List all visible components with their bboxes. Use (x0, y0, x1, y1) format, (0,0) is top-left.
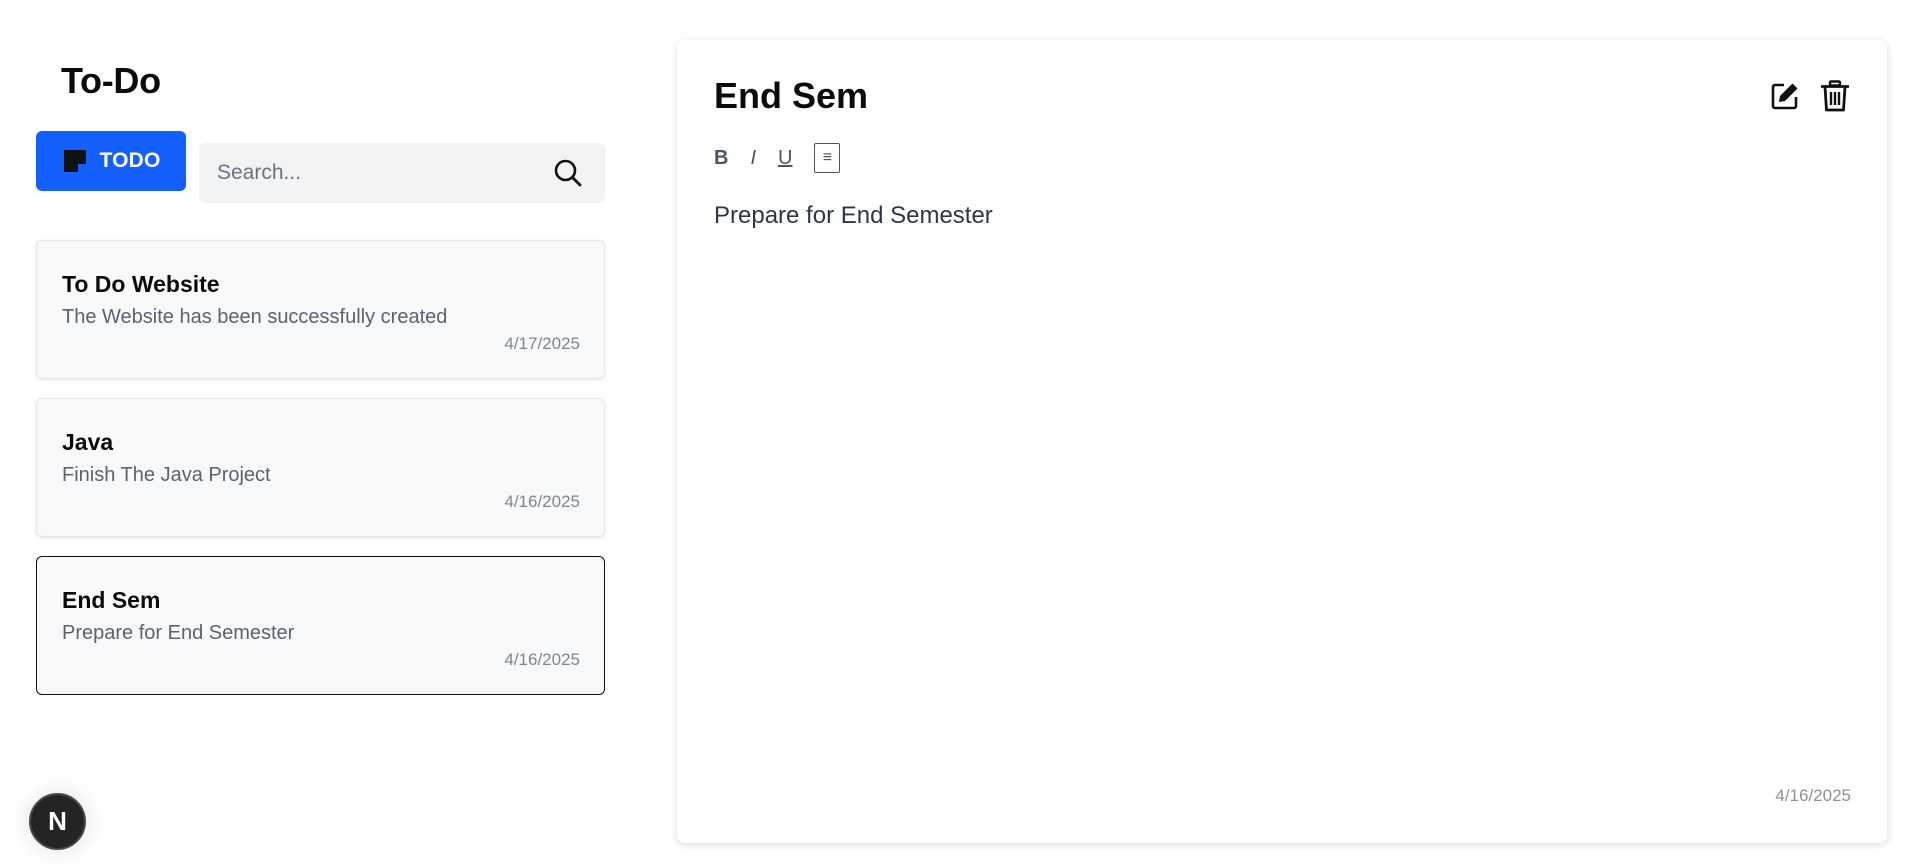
search-input[interactable] (199, 143, 551, 203)
note-description: Finish The Java Project (62, 464, 271, 486)
note-card-selected[interactable]: End Sem Prepare for End Semester 4/16/20… (36, 556, 605, 695)
note-title: Java (62, 429, 114, 455)
editor-title: End Sem (714, 75, 869, 116)
note-date: 4/16/2025 (504, 650, 580, 669)
search-box (199, 143, 605, 203)
editor-actions (1769, 78, 1851, 114)
avatar-letter: N (48, 806, 67, 836)
app-title: To-Do (61, 60, 161, 101)
note-editor: End Sem B I U ≡ Prepare for End Semester… (677, 40, 1887, 843)
app-root: To-Do TODO To Do Website The (0, 0, 1918, 865)
note-date: 4/17/2025 (504, 334, 580, 353)
trash-icon[interactable] (1819, 78, 1851, 114)
search-icon[interactable] (551, 156, 585, 190)
notes-list: To Do Website The Website has been succe… (36, 240, 605, 714)
format-toolbar: B I U ≡ (714, 143, 841, 173)
note-title: End Sem (62, 587, 161, 613)
new-todo-label: TODO (99, 149, 161, 172)
note-card[interactable]: Java Finish The Java Project 4/16/2025 (36, 398, 605, 537)
note-description: Prepare for End Semester (62, 622, 295, 644)
new-todo-button[interactable]: TODO (36, 131, 186, 191)
editor-date: 4/16/2025 (1775, 786, 1851, 805)
note-description: The Website has been successfully create… (62, 306, 448, 328)
note-card[interactable]: To Do Website The Website has been succe… (36, 240, 605, 379)
italic-button[interactable]: I (750, 148, 756, 168)
note-date: 4/16/2025 (504, 492, 580, 511)
sticky-note-icon (61, 147, 89, 175)
editor-body[interactable]: Prepare for End Semester (714, 202, 993, 230)
underline-button[interactable]: U (778, 148, 792, 168)
list-button[interactable]: ≡ (814, 143, 841, 173)
avatar[interactable]: N (29, 793, 86, 850)
edit-icon[interactable] (1769, 78, 1801, 114)
bold-button[interactable]: B (714, 148, 728, 168)
note-title: To Do Website (62, 271, 220, 297)
